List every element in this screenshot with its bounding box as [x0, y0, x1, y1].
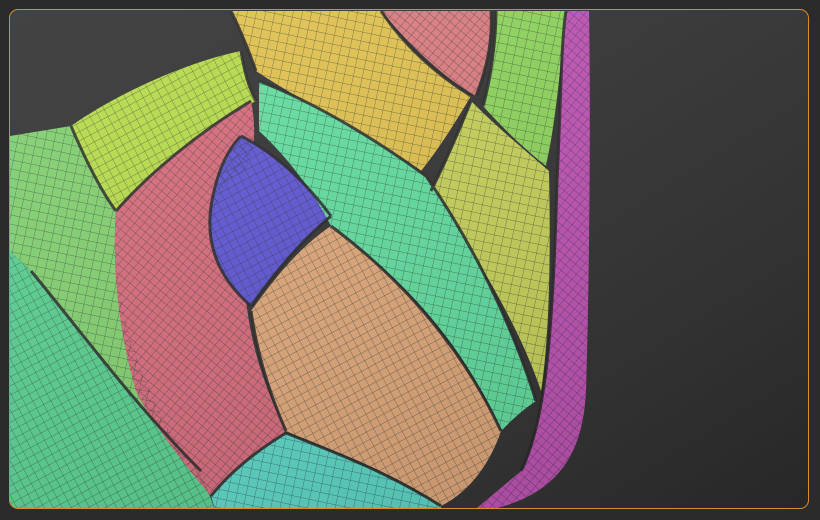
viewport-shading [10, 10, 808, 508]
3d-viewport[interactable] [9, 9, 809, 509]
mesh-render[interactable] [9, 9, 809, 509]
app-window [0, 0, 820, 520]
